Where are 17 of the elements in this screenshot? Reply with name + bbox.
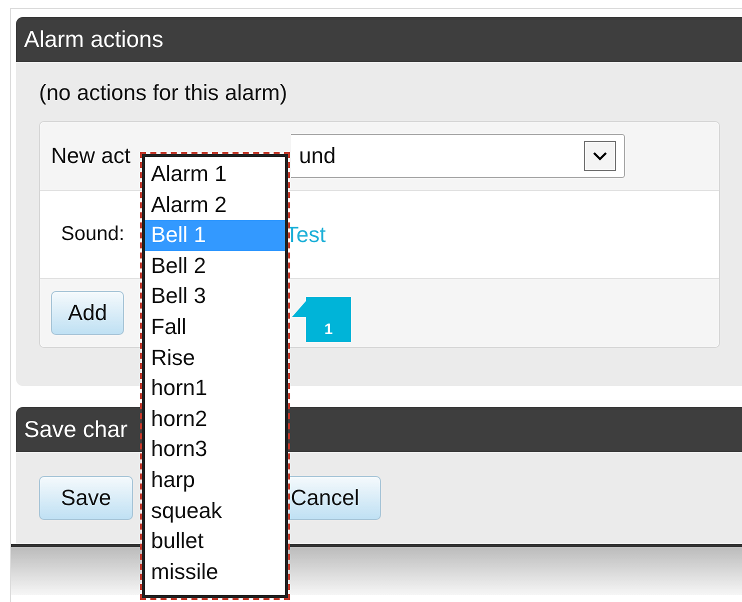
- action-select[interactable]: und: [291, 134, 625, 178]
- field-label: Sound:: [61, 223, 124, 246]
- dropdown-option[interactable]: missile: [145, 556, 285, 588]
- panel-header: Alarm actions: [16, 17, 742, 62]
- empty-message: (no actions for this alarm): [39, 80, 288, 107]
- dropdown-option[interactable]: Alarm 2: [145, 190, 285, 220]
- dropdown-option[interactable]: bullet: [145, 526, 285, 557]
- field-label: New act: [51, 143, 132, 169]
- dropdown-option[interactable]: Fall: [145, 312, 285, 343]
- dropdown-option[interactable]: Rise: [145, 342, 285, 374]
- dropdown-option[interactable]: Bell 2: [145, 250, 285, 282]
- dropdown-option[interactable]: Alarm 1: [145, 159, 285, 190]
- dropdown-option[interactable]: horn1: [145, 373, 285, 404]
- add-button[interactable]: Add: [51, 291, 124, 335]
- dropdown-option[interactable]: Bell 3: [145, 281, 285, 312]
- save-button[interactable]: Save: [39, 476, 133, 520]
- select-value: und: [299, 143, 336, 169]
